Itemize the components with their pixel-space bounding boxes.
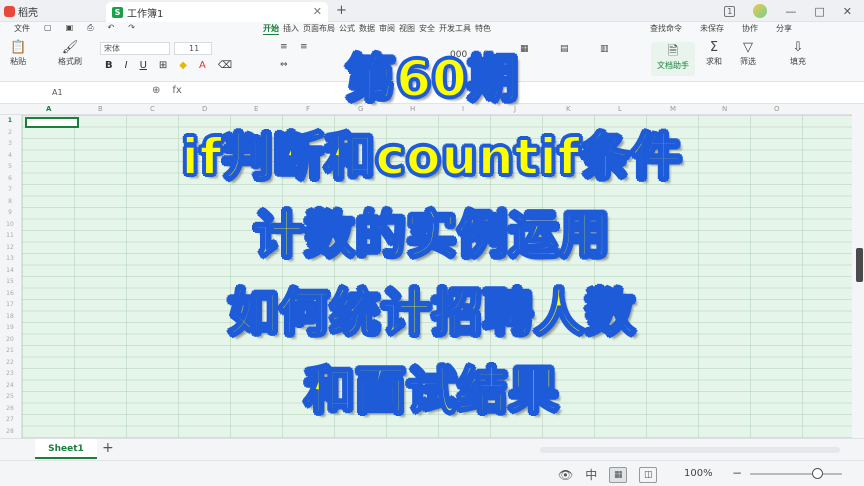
status-bar: 👁 中 ▦ ◫ 100% − (0, 460, 864, 486)
save-icon[interactable]: ▣ (66, 23, 74, 34)
minimize-icon[interactable]: — (785, 5, 796, 18)
tab-developer[interactable]: 开发工具 (439, 23, 471, 35)
document-tab[interactable]: S 工作簿1 ✕ (106, 2, 328, 22)
tab-review[interactable]: 审阅 (379, 23, 395, 35)
print-icon[interactable]: ⎙ (87, 23, 93, 34)
window-controls: 1 — □ ✕ (724, 4, 852, 18)
avatar[interactable] (753, 4, 768, 18)
menu-bar: 文件 ▢ ▣ ⎙ ↶ ↷ 开始 插入 页面布局 公式 数据 审阅 视图 安全 开… (0, 22, 864, 36)
unsaved-status: 未保存 (700, 24, 724, 33)
close-tab-icon[interactable]: ✕ (313, 5, 322, 18)
maximize-icon[interactable]: □ (814, 5, 824, 18)
tab-special[interactable]: 特色 (475, 23, 491, 35)
undo-icon[interactable]: ↶ (108, 23, 115, 34)
tab-view[interactable]: 视图 (399, 23, 415, 35)
ribbon-tabs: 开始 插入 页面布局 公式 数据 审阅 视图 安全 开发工具 特色 (263, 23, 491, 35)
video-title-overlay: 第60期 if判断和countif条件 计数的实例运用 如何统计招聘人数 和面试… (0, 40, 864, 430)
normal-view-icon[interactable]: ▦ (609, 466, 628, 483)
zoom-slider-knob[interactable] (812, 468, 823, 479)
app-home-button[interactable]: 稻壳 (4, 3, 38, 19)
app-name: 稻壳 (18, 7, 38, 19)
tab-page-layout[interactable]: 页面布局 (303, 23, 335, 35)
overlay-line-5: 和面试结果 (304, 361, 560, 421)
sheet-tab[interactable]: Sheet1 (35, 439, 97, 459)
overlay-line-2: if判断和countif条件 (181, 127, 683, 187)
tab-insert[interactable]: 插入 (283, 23, 299, 35)
redo-icon[interactable]: ↷ (128, 23, 135, 34)
collaborate-button[interactable]: 协作 (742, 23, 758, 34)
zoom-slider[interactable] (750, 473, 842, 475)
add-sheet-button[interactable]: + (102, 440, 114, 456)
document-tab-title: 工作簿1 (127, 8, 164, 20)
search-command[interactable]: 查找命令 (650, 23, 682, 34)
share-button[interactable]: 分享 (776, 23, 792, 34)
close-window-icon[interactable]: ✕ (843, 5, 852, 18)
daoke-logo-icon (4, 5, 15, 17)
tab-formulas[interactable]: 公式 (339, 23, 355, 35)
tab-data[interactable]: 数据 (359, 23, 375, 35)
zoom-out-icon[interactable]: − (732, 466, 742, 480)
title-bar: 稻壳 S 工作簿1 ✕ + 1 — □ ✕ (0, 0, 864, 22)
open-icon[interactable]: ▢ (44, 23, 52, 34)
overlay-episode: 第60期 (344, 49, 519, 109)
tab-security[interactable]: 安全 (419, 23, 435, 35)
overlay-line-3: 计数的实例运用 (253, 205, 611, 265)
overlay-line-4: 如何统计招聘人数 (227, 283, 636, 343)
sheet-bar: Sheet1 + (0, 438, 864, 460)
horizontal-scrollbar[interactable] (540, 447, 840, 453)
tab-home[interactable]: 开始 (263, 23, 279, 35)
zoom-level[interactable]: 100% (684, 468, 713, 479)
spreadsheet-icon: S (112, 6, 123, 18)
page-layout-view-icon[interactable]: ◫ (639, 466, 658, 483)
page-count-badge[interactable]: 1 (724, 5, 736, 17)
input-method-icon[interactable]: 中 (585, 466, 597, 483)
new-tab-button[interactable]: + (336, 3, 347, 18)
menu-file[interactable]: 文件 (14, 23, 30, 34)
eye-protection-icon[interactable]: 👁 (558, 468, 573, 482)
